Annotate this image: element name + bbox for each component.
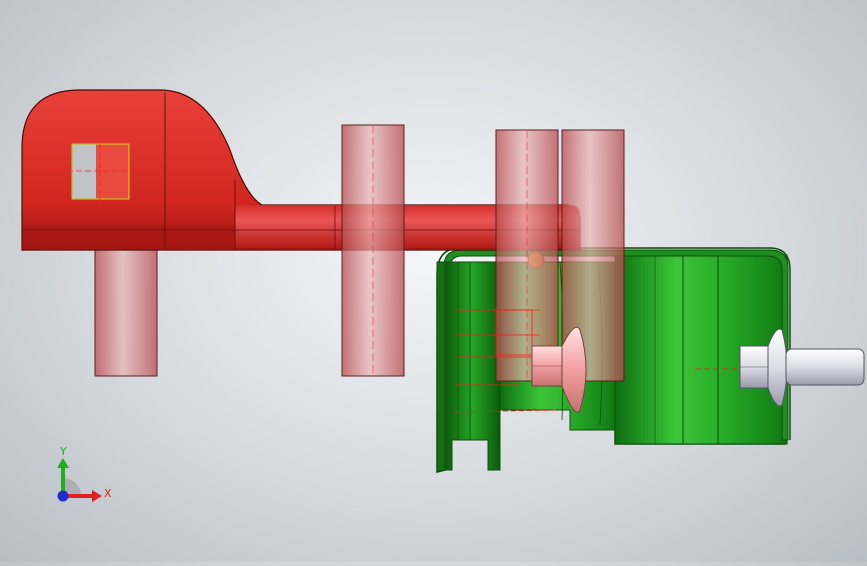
model-canvas[interactable]: Y X bbox=[0, 0, 867, 562]
axis-triad[interactable]: Y X bbox=[57, 445, 112, 502]
transparent-pin-1[interactable] bbox=[94, 247, 158, 377]
triad-y-label: Y bbox=[59, 445, 67, 458]
transparent-pin-2[interactable] bbox=[341, 124, 405, 377]
cad-viewport[interactable]: Y X bbox=[0, 0, 867, 562]
transparent-pin-3[interactable] bbox=[495, 129, 559, 382]
triad-x-label: X bbox=[104, 487, 112, 500]
z-axis-icon bbox=[57, 490, 69, 502]
